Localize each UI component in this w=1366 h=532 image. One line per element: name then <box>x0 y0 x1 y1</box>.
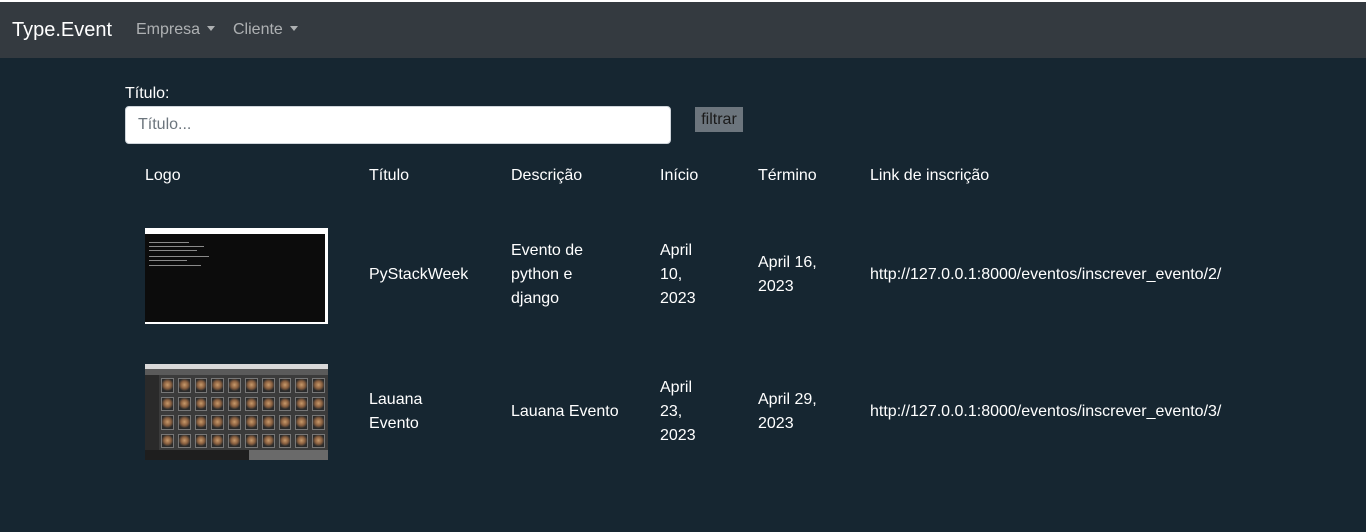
event-description: Evento de python e django <box>511 242 584 307</box>
column-header-termino: Término <box>758 167 817 184</box>
event-end-date: April 29, 2023 <box>758 391 817 432</box>
event-start-date: April 23, 2023 <box>660 379 696 444</box>
nav-dropdown-empresa[interactable]: Empresa <box>136 20 216 40</box>
navbar: Type.Event Empresa Cliente <box>0 2 1366 58</box>
navbar-brand[interactable]: Type.Event <box>12 18 112 42</box>
event-logo-image <box>145 364 328 460</box>
event-start-date: April 10, 2023 <box>660 242 696 307</box>
nav-dropdown-label: Empresa <box>136 21 201 38</box>
column-header-inicio: Início <box>660 167 699 184</box>
nav-dropdown-cliente[interactable]: Cliente <box>233 20 298 40</box>
registration-link[interactable]: http://127.0.0.1:8000/eventos/inscrever_… <box>870 263 1221 287</box>
column-header-titulo: Título <box>369 167 410 184</box>
event-description: Lauana Evento <box>511 403 619 420</box>
column-header-link: Link de inscrição <box>870 167 990 184</box>
event-logo-image <box>145 228 328 324</box>
title-filter-input[interactable] <box>125 106 671 144</box>
event-title: Lauana Evento <box>369 391 423 432</box>
title-filter-label: Título: <box>125 85 170 102</box>
column-header-logo: Logo <box>145 167 181 184</box>
caret-down-icon <box>289 26 298 31</box>
registration-link[interactable]: http://127.0.0.1:8000/eventos/inscrever_… <box>870 400 1221 424</box>
event-end-date: April 16, 2023 <box>758 254 817 295</box>
event-title: PyStackWeek <box>369 266 469 283</box>
column-header-descricao: Descrição <box>511 167 583 184</box>
filter-button[interactable]: filtrar <box>695 107 743 132</box>
caret-down-icon <box>207 26 216 31</box>
nav-dropdown-label: Cliente <box>233 21 283 38</box>
